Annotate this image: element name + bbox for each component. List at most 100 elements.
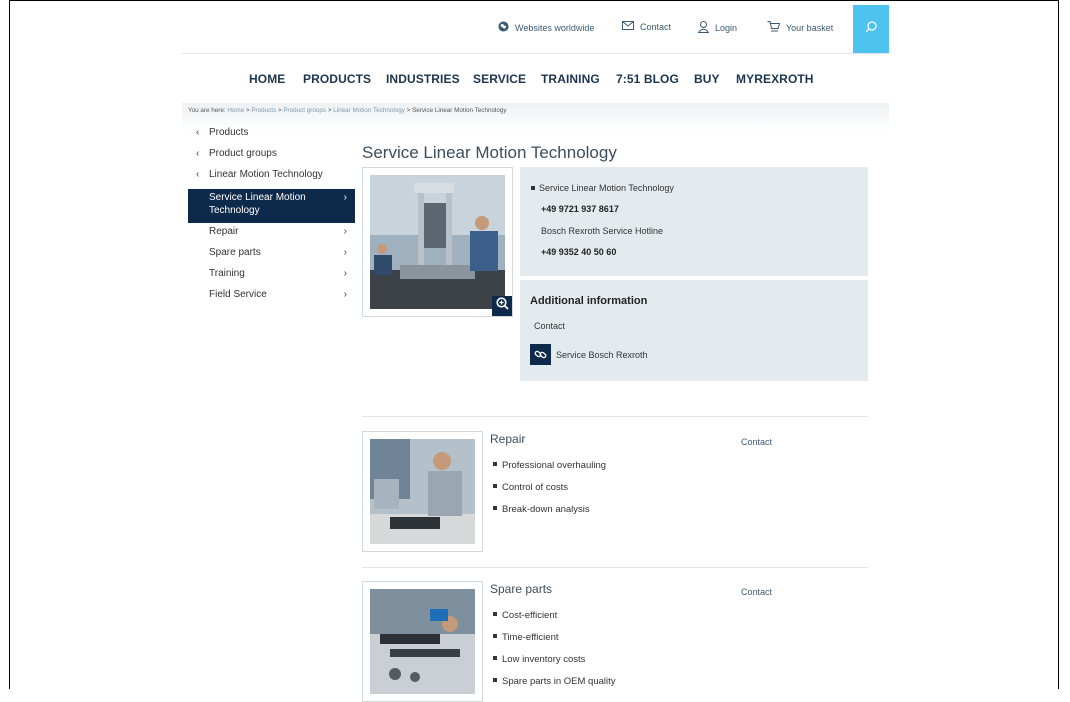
nav-service[interactable]: SERVICE — [473, 72, 526, 86]
bullet-text: Time-efficient — [502, 632, 559, 643]
spare-parts-image[interactable] — [362, 581, 483, 702]
spare-parts-bullet: Cost-efficient — [493, 610, 557, 621]
sidebar-item-repair[interactable]: Repair › — [188, 225, 355, 246]
nav-home[interactable]: HOME — [249, 72, 285, 86]
repair-bullet: Control of costs — [493, 482, 568, 493]
nav-myrexroth[interactable]: MYREXROTH — [736, 72, 814, 86]
main-nav: HOME PRODUCTS INDUSTRIES SERVICE TRAININ… — [182, 72, 889, 90]
repair-bullet: Professional overhauling — [493, 460, 606, 471]
cart-icon — [767, 21, 786, 34]
contact-link[interactable]: Contact — [622, 21, 671, 32]
additional-info-panel: Additional information Contact Service B… — [520, 280, 868, 381]
top-divider — [182, 53, 889, 54]
sidebar-item-field-service[interactable]: Field Service › — [188, 288, 355, 309]
section-divider — [362, 567, 868, 568]
bullet-icon — [493, 656, 497, 661]
bullet-icon — [531, 185, 535, 190]
bullet-icon — [493, 462, 497, 467]
chevron-right-icon: › — [343, 192, 347, 203]
hero-image[interactable] — [362, 167, 513, 317]
breadcrumb-current: Service Linear Motion Technology — [412, 107, 507, 114]
sidebar-item-spare-parts[interactable]: Spare parts › — [188, 246, 355, 267]
globe-icon — [498, 21, 515, 34]
chevron-right-icon: › — [343, 268, 347, 279]
chevron-left-icon: ‹ — [196, 169, 200, 180]
bullet-text: Professional overhauling — [502, 460, 607, 471]
repair-photo — [370, 439, 475, 544]
repair-contact-link[interactable]: Contact — [741, 437, 772, 447]
utility-bar: Websites worldwide Contact Login Your ba… — [182, 5, 889, 53]
spare-parts-title[interactable]: Spare parts — [490, 582, 552, 596]
info-heading-text: Service Linear Motion Technology — [539, 183, 674, 193]
link-icon — [530, 344, 551, 365]
nav-products[interactable]: PRODUCTS — [303, 72, 371, 86]
info-heading: Service Linear Motion Technology — [531, 183, 674, 193]
nav-training[interactable]: TRAINING — [541, 72, 600, 86]
spare-parts-bullet: Time-efficient — [493, 632, 559, 643]
spare-parts-bullet: Low inventory costs — [493, 654, 585, 665]
sidebar-item-label: Linear Motion Technology — [209, 169, 323, 180]
nav-industries[interactable]: INDUSTRIES — [386, 72, 460, 86]
repair-bullet: Break-down analysis — [493, 504, 590, 515]
phone-primary[interactable]: +49 9721 937 8617 — [541, 204, 619, 214]
websites-worldwide-link[interactable]: Websites worldwide — [498, 21, 594, 34]
breadcrumb: You are here: Home > Products > Product … — [188, 107, 507, 114]
sidebar-item-linear-motion[interactable]: ‹ Linear Motion Technology — [188, 168, 355, 189]
section-divider — [362, 416, 868, 417]
breadcrumb-product-groups[interactable]: Product groups — [283, 107, 326, 114]
spare-parts-bullet: Spare parts in OEM quality — [493, 676, 616, 687]
login-link[interactable]: Login — [697, 21, 738, 35]
sidebar-nav: ‹ Products ‹ Product groups ‹ Linear Mot… — [188, 126, 355, 309]
bullet-text: Cost-efficient — [502, 610, 558, 621]
bullet-icon — [493, 506, 497, 511]
breadcrumb-home[interactable]: Home — [227, 107, 244, 114]
sidebar-item-label: Spare parts — [209, 247, 261, 258]
sidebar-item-label: Repair — [209, 226, 239, 237]
sidebar-item-service-active[interactable]: Service Linear Motion Technology › — [188, 189, 355, 223]
search-button[interactable] — [853, 5, 889, 53]
sidebar-item-product-groups[interactable]: ‹ Product groups — [188, 147, 355, 168]
bullet-text: Control of costs — [502, 482, 568, 493]
breadcrumb-products[interactable]: Products — [251, 107, 276, 114]
basket-link[interactable]: Your basket — [767, 21, 833, 34]
bullet-icon — [493, 678, 497, 683]
mail-icon — [622, 21, 640, 32]
zoom-button[interactable] — [492, 296, 512, 316]
phone-hotline[interactable]: +49 9352 40 50 60 — [541, 247, 616, 257]
user-icon — [697, 21, 715, 35]
bullet-icon — [493, 612, 497, 617]
bullet-text: Low inventory costs — [502, 654, 586, 665]
breadcrumb-linear-motion[interactable]: Linear Motion Technology — [333, 107, 405, 114]
sidebar-item-label: Products — [209, 127, 249, 138]
bullet-text: Break-down analysis — [502, 504, 590, 515]
spare-parts-photo — [370, 589, 475, 694]
service-bosch-label: Service Bosch Rexroth — [556, 349, 648, 360]
bullet-icon — [493, 634, 497, 639]
hero-photo — [370, 175, 505, 309]
sidebar-item-training[interactable]: Training › — [188, 267, 355, 288]
repair-title[interactable]: Repair — [490, 432, 525, 446]
zoom-icon — [495, 297, 509, 315]
sidebar-item-label: Product groups — [209, 148, 277, 159]
sidebar-item-label: Field Service — [209, 289, 267, 300]
basket-label: Your basket — [786, 22, 834, 33]
chevron-left-icon: ‹ — [196, 148, 200, 159]
spare-parts-contact-link[interactable]: Contact — [741, 587, 772, 597]
websites-worldwide-label: Websites worldwide — [515, 22, 595, 33]
page-title: Service Linear Motion Technology — [362, 143, 617, 163]
nav-blog[interactable]: 7:51 BLOG — [616, 72, 679, 86]
additional-contact-link[interactable]: Contact — [534, 321, 565, 331]
additional-info-title: Additional information — [530, 295, 648, 307]
nav-buy[interactable]: BUY — [694, 72, 720, 86]
hotline-label: Bosch Rexroth Service Hotline — [541, 226, 664, 236]
chevron-right-icon: › — [343, 289, 347, 300]
search-icon — [865, 20, 877, 38]
chevron-right-icon: › — [343, 247, 347, 258]
bullet-text: Spare parts in OEM quality — [502, 676, 616, 687]
sidebar-item-products[interactable]: ‹ Products — [188, 126, 355, 147]
chevron-left-icon: ‹ — [196, 127, 200, 138]
login-label: Login — [715, 23, 738, 33]
contact-info-panel: Service Linear Motion Technology +49 972… — [520, 167, 868, 276]
repair-image[interactable] — [362, 431, 483, 552]
service-bosch-link[interactable]: Service Bosch Rexroth — [530, 344, 648, 365]
